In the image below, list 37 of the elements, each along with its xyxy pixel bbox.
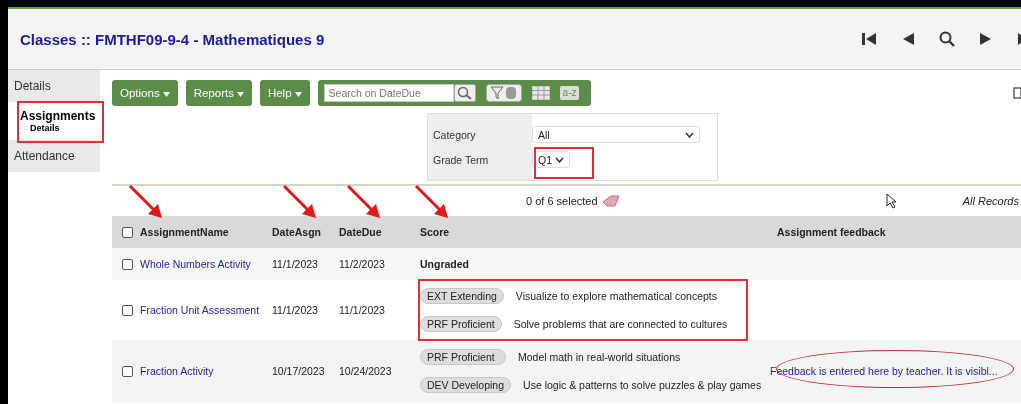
table-cell-text: 11/1/2023 [339,304,386,316]
menu-button[interactable]: Reports [185,80,252,106]
sidebar-tab[interactable]: Attendance [8,140,100,172]
table-cell-text: 11/1/2023 [272,258,319,270]
grade-badge: DEV Developing [420,377,512,393]
grade-badge: PRF Proficient [420,316,502,332]
assignment-link[interactable]: Whole Numbers Activity [140,258,272,270]
table-cell-text: 10/17/2023 [272,365,326,377]
column-header[interactable]: Score [406,226,770,238]
column-header[interactable]: AssignmentName [140,226,272,238]
records-label: All Records [962,195,1019,207]
table-cell-text: 10/24/2023 [339,365,393,377]
score-description: Visualize to explore mathematical concepts [515,290,718,302]
score-description: Solve problems that are connected to cultures [513,318,728,330]
filter-label: Category [432,128,477,141]
grade-badge: PRF Proficient [420,349,506,365]
assignment-link[interactable]: Fraction Activity [140,365,272,377]
column-header[interactable]: Assignment feedback [770,226,1021,238]
filter-dropdown[interactable]: Q1 [532,151,570,168]
search-field[interactable]: Search on DateDue [323,84,454,102]
menu-button[interactable]: Help [259,80,310,106]
column-header[interactable]: DateAsgn [272,226,339,238]
score-description: Model math in real-world situations [518,351,681,363]
feedback-link[interactable]: Feedback is entered here by teacher. It is visibl... [770,365,998,377]
grade-badge: EXT Extending [420,288,504,304]
menu-button[interactable]: Options [112,80,178,106]
table-cell-text: 11/2/2023 [339,258,386,270]
score-status: Ungraded [420,258,470,270]
table-cell-text: 11/1/2023 [272,304,319,316]
score-description: Use logic & patterns to solve puzzles & play games [523,379,762,391]
assignment-link[interactable]: Fraction Unit Assessment [140,304,272,316]
column-header[interactable]: DateDue [339,226,406,238]
sidebar-tab[interactable]: Details [8,70,100,102]
selection-count: 0 of 6 selected [526,195,598,207]
filter-dropdown[interactable]: All [532,126,700,143]
filter-label: Grade Term [432,153,490,166]
page-title: Classes :: FMTHF09-9-4 - Mathematiques 9 [20,30,325,48]
